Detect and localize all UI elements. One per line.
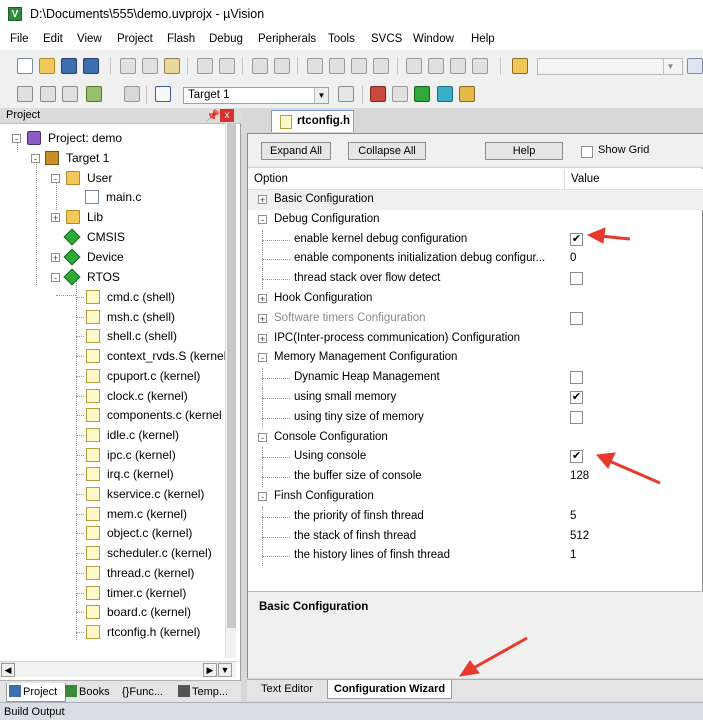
arrow-shaft	[599, 234, 631, 241]
annotation-arrows	[458, 227, 661, 677]
arrow-shaft	[606, 458, 661, 485]
arrow-shaft	[469, 636, 528, 672]
arrow-head	[596, 452, 616, 469]
arrow-head	[586, 227, 606, 244]
arrow-enable-debug	[586, 227, 631, 244]
arrow-config-wizard	[458, 636, 528, 677]
arrow-head	[458, 660, 480, 677]
arrow-using-console	[596, 452, 661, 485]
